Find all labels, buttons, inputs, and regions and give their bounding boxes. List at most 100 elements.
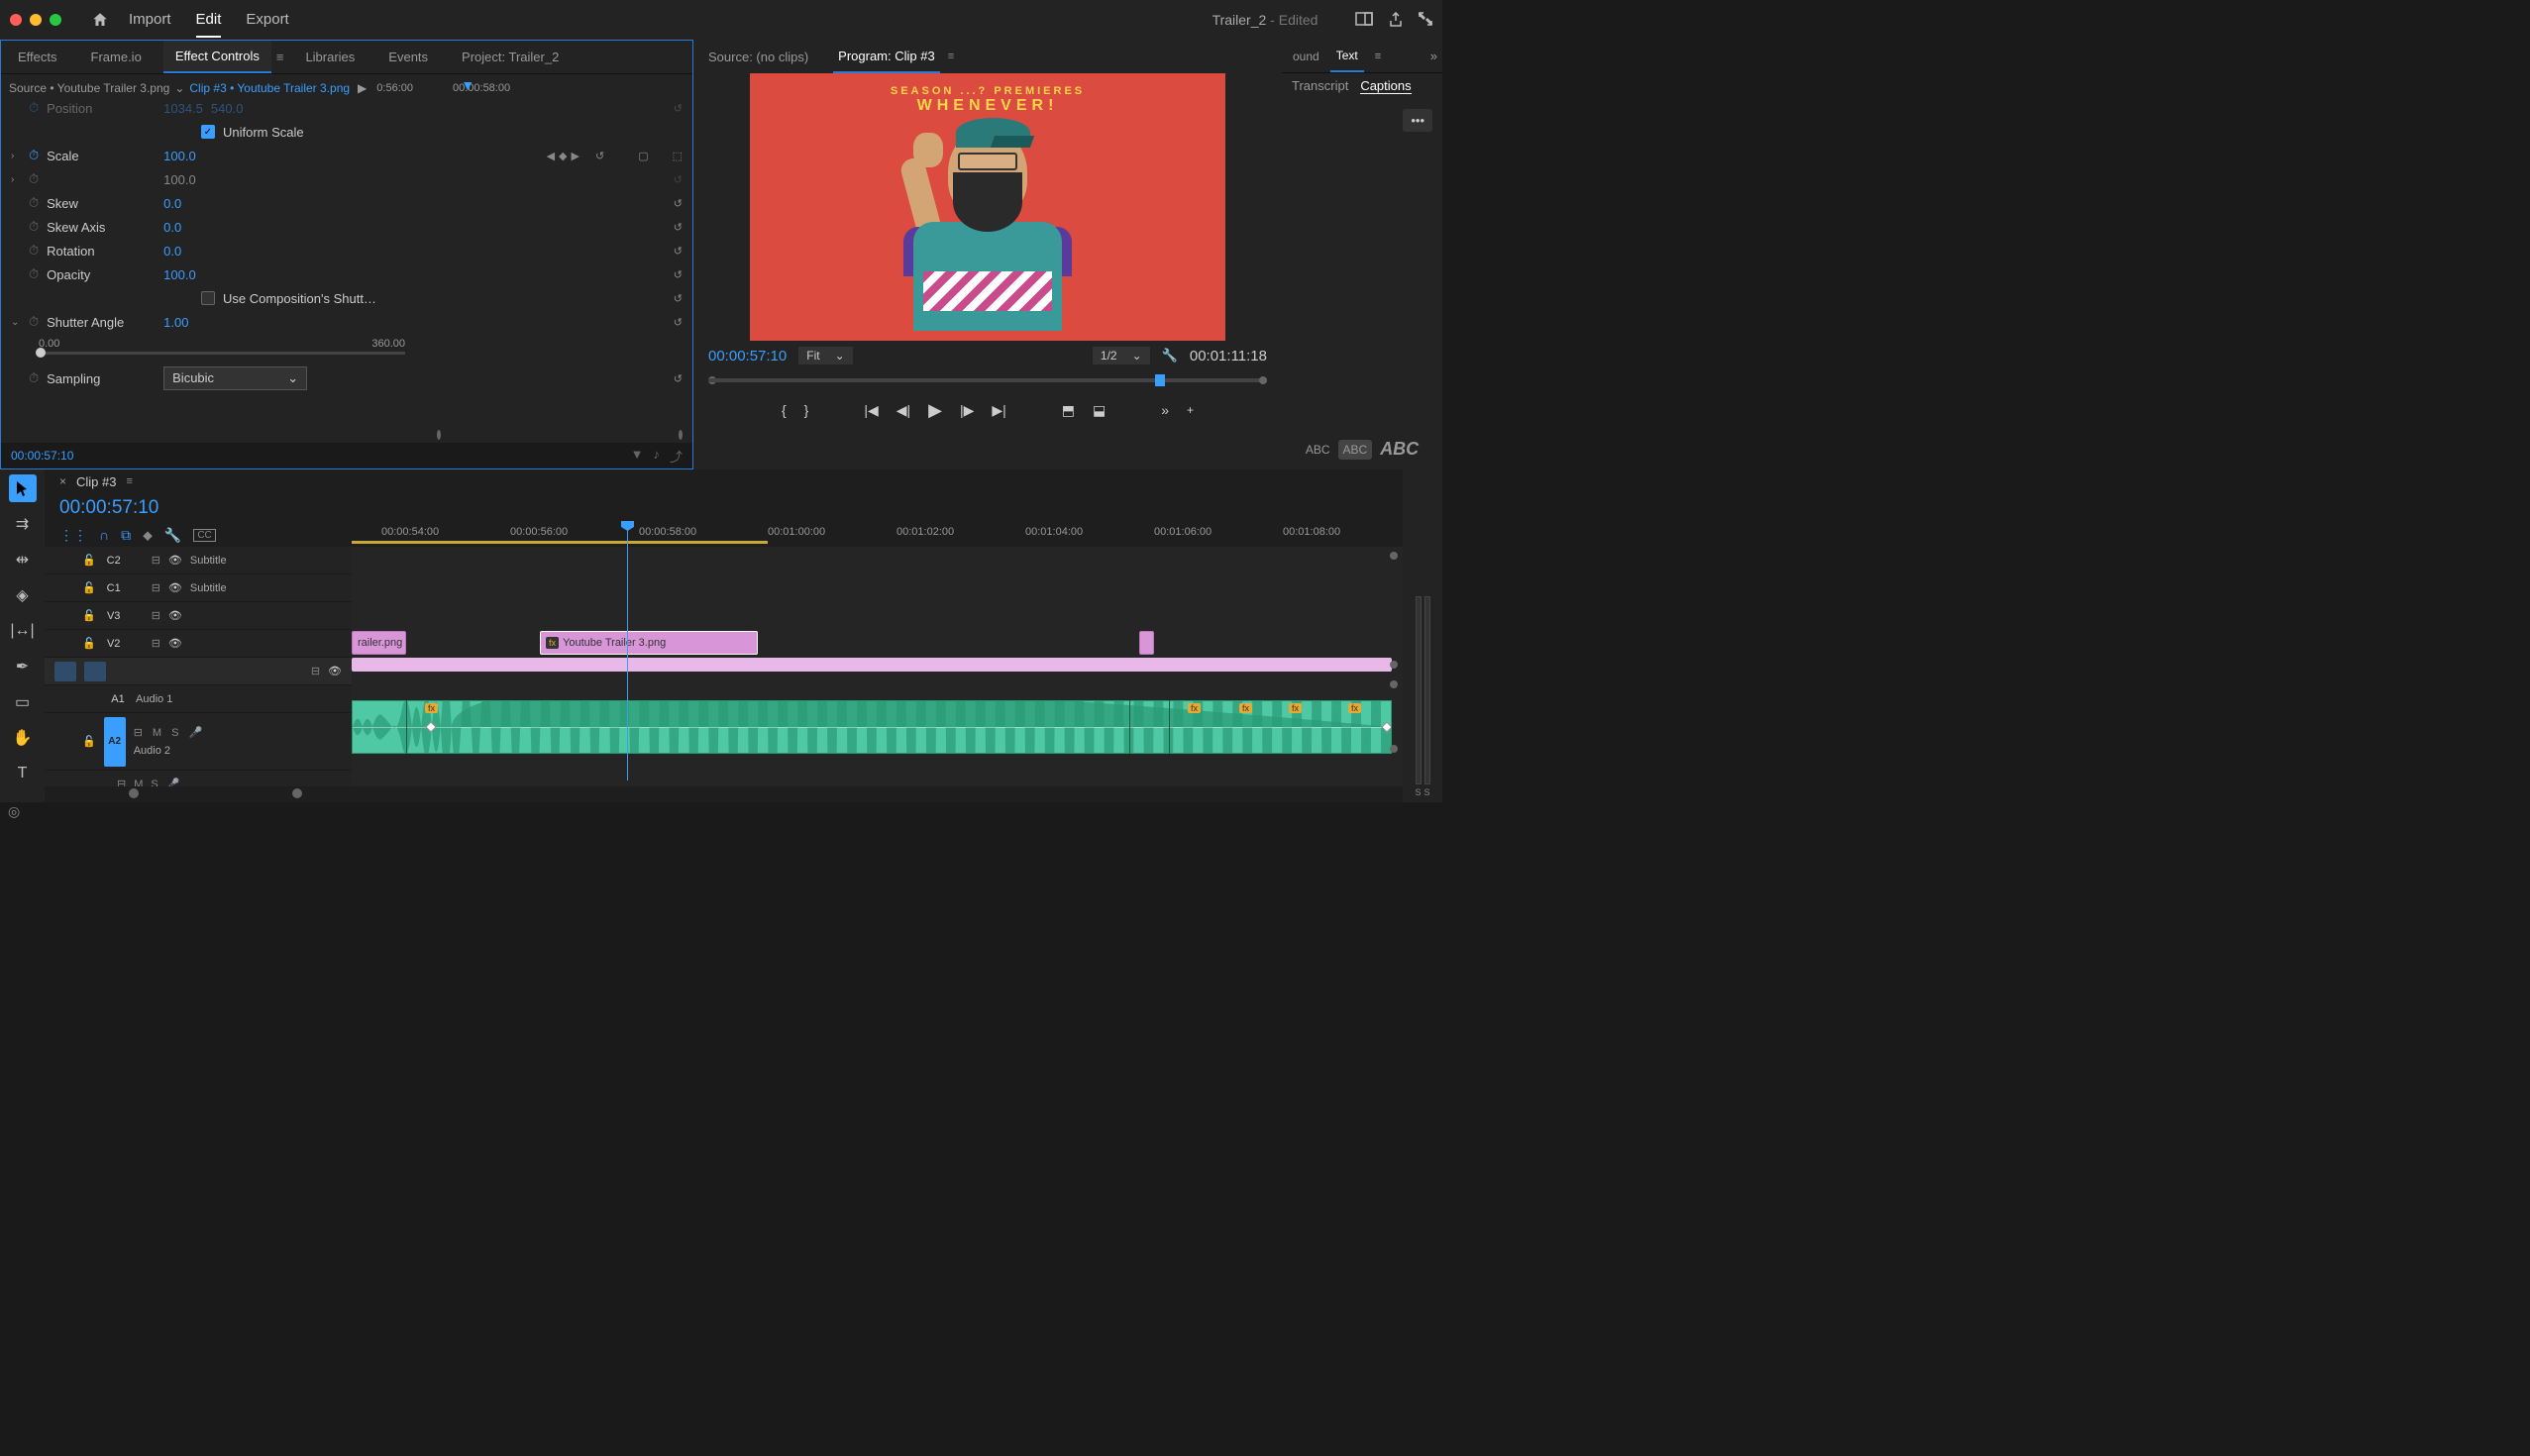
ec-mini-timeline[interactable]: 0:56:00 00:00:58:00 ▼ — [376, 82, 685, 94]
wrench-icon[interactable]: 🔧 — [164, 527, 181, 544]
comp-shutter-checkbox[interactable] — [201, 291, 215, 305]
fullscreen-icon[interactable] — [1419, 12, 1432, 28]
panel-menu-icon[interactable]: ≡ — [276, 50, 284, 64]
play-icon[interactable]: ▶ — [358, 81, 367, 95]
uniform-scale-checkbox[interactable]: ✓ — [201, 125, 215, 139]
home-icon[interactable] — [91, 11, 109, 29]
timeline-timecode[interactable]: 00:00:57:10 — [59, 497, 158, 519]
lock-icon[interactable]: 🔓 — [82, 554, 96, 567]
clip-youtube-trailer-3[interactable]: fx Youtube Trailer 3.png — [540, 631, 758, 655]
rectangle-tool[interactable]: ▭ — [9, 688, 37, 716]
pin-icon[interactable]: ♪ — [653, 447, 660, 466]
mark-in-icon[interactable]: { — [782, 402, 787, 418]
style-abc-outline[interactable]: ABC — [1306, 443, 1330, 457]
maximize-window-button[interactable] — [50, 14, 61, 26]
add-keyframe-icon[interactable]: ◆ — [559, 150, 567, 162]
program-video-area[interactable]: SEASON ...? PREMIERES WHENEVER! — [693, 73, 1282, 341]
voice-over-icon[interactable]: 🎤 — [166, 778, 180, 786]
slider-thumb[interactable] — [36, 348, 46, 358]
go-to-out-icon[interactable]: ▶| — [992, 402, 1005, 419]
share-icon[interactable] — [1388, 12, 1404, 28]
play-button[interactable]: ▶ — [928, 400, 942, 421]
lock-icon[interactable]: 🔓 — [82, 637, 96, 650]
stopwatch-icon[interactable]: ⏱ — [29, 370, 39, 386]
timeline-ruler[interactable]: 00:00:54:00 00:00:56:00 00:00:58:00 00:0… — [352, 523, 1403, 547]
tab-export[interactable]: Export — [246, 3, 288, 38]
workspace-icon[interactable] — [1355, 12, 1373, 28]
ec-clip-link[interactable]: Clip #3 • Youtube Trailer 3.png — [189, 81, 350, 95]
eye-icon[interactable]: 👁 — [168, 609, 182, 622]
source-patch-v1[interactable] — [54, 662, 76, 681]
reset-icon[interactable]: ↺ — [595, 150, 604, 162]
prev-keyframe-icon[interactable]: ◀ — [547, 150, 555, 162]
selection-tool[interactable] — [9, 474, 37, 502]
chevron-down-icon[interactable]: ⌄ — [174, 81, 184, 95]
zoom-handle-left[interactable] — [129, 788, 139, 798]
source-patch-a2[interactable]: A2 — [104, 717, 126, 767]
source-patch-v1b[interactable] — [84, 662, 106, 681]
zoom-fit-dropdown[interactable]: Fit⌄ — [798, 347, 852, 364]
style-abc-boxed[interactable]: ABC — [1338, 440, 1373, 460]
filter-icon[interactable]: ▼ — [631, 447, 644, 466]
track-header-v1[interactable]: ⊟ 👁 — [45, 658, 352, 685]
program-timecode[interactable]: 00:00:57:10 — [708, 348, 787, 364]
track-header-v3[interactable]: 🔓 V3 ⊟ 👁 — [45, 602, 352, 630]
playhead-icon[interactable]: ▼ — [461, 77, 474, 93]
type-tool[interactable]: T — [9, 760, 37, 787]
export-icon[interactable]: ⤴ — [670, 447, 683, 466]
marker-icon[interactable]: ⬥ — [143, 527, 153, 544]
reset-icon[interactable]: ↺ — [674, 245, 683, 258]
track-header-c2[interactable]: 🔓 C2 ⊟ 👁 Subtitle — [45, 547, 352, 574]
mask-icon[interactable]: ▢ — [638, 150, 648, 162]
track-header-c1[interactable]: 🔓 C1 ⊟ 👁 Subtitle — [45, 574, 352, 602]
tab-libraries[interactable]: Libraries — [293, 42, 367, 72]
stopwatch-icon[interactable]: ⏱ — [29, 266, 39, 282]
step-forward-icon[interactable]: |▶ — [960, 402, 974, 419]
lock-icon[interactable]: 🔓 — [82, 581, 96, 594]
shutter-slider[interactable] — [39, 352, 405, 355]
track-header-v2[interactable]: 🔓 V2 ⊟ 👁 — [45, 630, 352, 658]
track-output-icon[interactable]: ⊟ — [117, 778, 126, 786]
close-window-button[interactable] — [10, 14, 22, 26]
minimize-window-button[interactable] — [30, 14, 42, 26]
eye-icon[interactable]: 👁 — [168, 554, 182, 567]
tab-effect-controls[interactable]: Effect Controls — [163, 41, 271, 73]
voice-over-icon[interactable]: 🎤 — [188, 726, 202, 739]
audio-clip-a2[interactable]: fx fx fx fx fx — [352, 700, 1392, 754]
lock-icon[interactable]: 🔓 — [82, 735, 96, 748]
eye-icon[interactable]: 👁 — [328, 665, 342, 677]
panel-menu-icon[interactable]: ≡ — [1369, 43, 1387, 70]
tab-project[interactable]: Project: Trailer_2 — [450, 42, 571, 72]
program-scrubber[interactable] — [693, 370, 1282, 390]
reset-icon[interactable]: ↺ — [674, 102, 683, 115]
pen-tool[interactable]: ✒ — [9, 653, 37, 680]
expand-icon[interactable]: › — [11, 151, 21, 161]
solo-button[interactable]: S — [171, 727, 178, 739]
subtab-transcript[interactable]: Transcript — [1292, 78, 1348, 94]
zoom-handle-left[interactable] — [437, 430, 441, 440]
more-options-button[interactable]: ••• — [1403, 109, 1432, 132]
tab-effects[interactable]: Effects — [6, 42, 69, 72]
collapse-icon[interactable]: ⌄ — [11, 317, 21, 328]
add-button-icon[interactable]: + — [1187, 403, 1194, 417]
reset-icon[interactable]: ↺ — [674, 197, 683, 210]
scrub-end-right[interactable] — [1259, 376, 1267, 384]
style-abc-italic[interactable]: ABC — [1380, 439, 1419, 460]
cc-icon[interactable]: CC — [193, 529, 215, 542]
settings-wrench-icon[interactable]: 🔧 — [1162, 348, 1178, 364]
audio-rubber-band[interactable] — [353, 727, 1391, 728]
clip-v1-strip[interactable] — [352, 658, 1392, 672]
track-select-tool[interactable]: ⇉ — [9, 510, 37, 538]
reset-icon[interactable]: ↺ — [674, 221, 683, 234]
solo-ch-1[interactable]: S — [1415, 787, 1421, 797]
track-output-icon[interactable]: ⊟ — [134, 726, 143, 739]
zoom-handle-right[interactable] — [679, 430, 683, 440]
sequence-name[interactable]: Clip #3 — [76, 474, 116, 489]
timeline-playhead[interactable] — [627, 523, 628, 780]
track-output-icon[interactable]: ⊟ — [152, 609, 160, 622]
track-content-area[interactable]: railer.png fx Youtube Trailer 3.png — [352, 547, 1403, 786]
track-output-icon[interactable]: ⊟ — [311, 665, 320, 677]
tab-events[interactable]: Events — [376, 42, 440, 72]
zoom-handle-right[interactable] — [292, 788, 302, 798]
track-output-icon[interactable]: ⊟ — [152, 581, 160, 594]
